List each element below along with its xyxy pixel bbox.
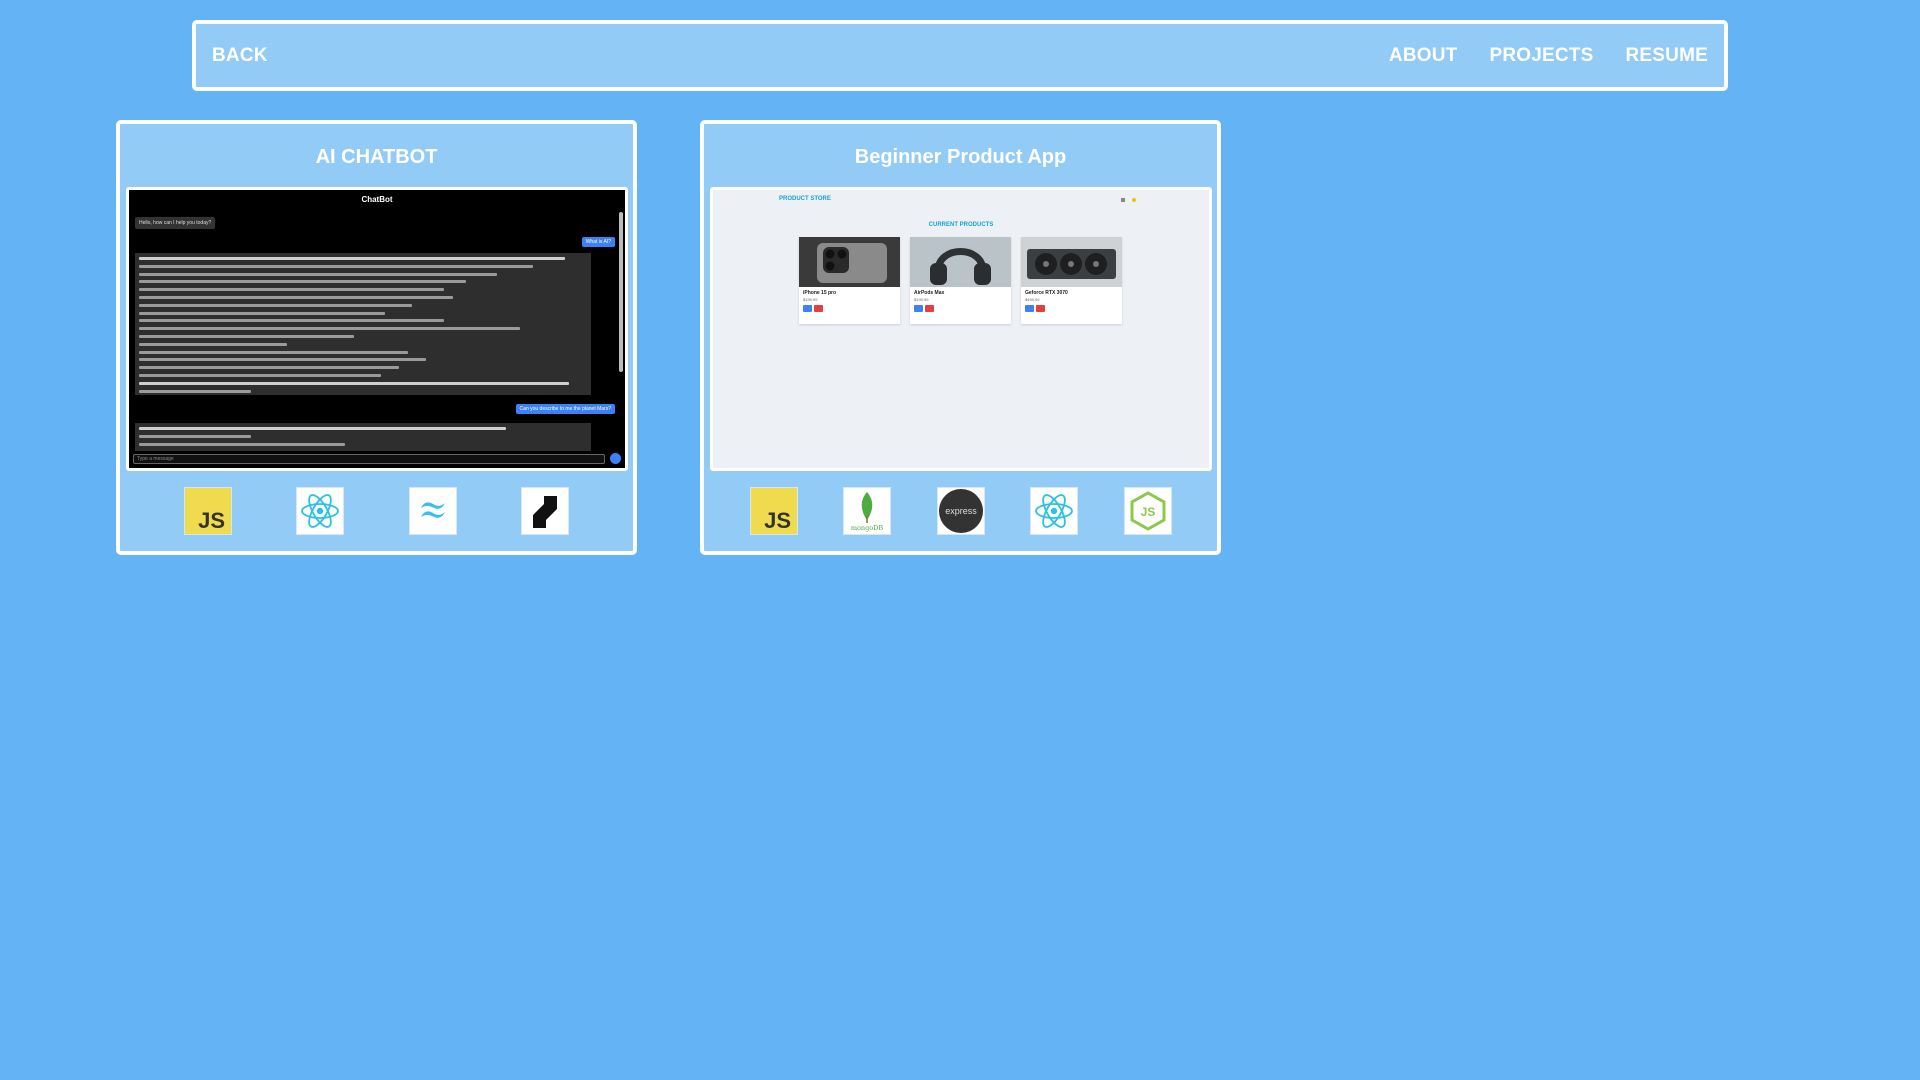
- gpu-image: [1021, 237, 1122, 287]
- chatbot-response-block: [135, 253, 591, 395]
- framer-motion-icon: [520, 487, 569, 535]
- chatbot-greeting: Hello, how can I help you today?: [135, 217, 216, 229]
- chatbot-message-input: Type a message: [133, 454, 605, 464]
- product-card: AirPods Max $199.99: [910, 237, 1011, 324]
- sun-icon: [1132, 198, 1136, 202]
- send-icon: [610, 453, 621, 464]
- product-price: $499.99: [1025, 297, 1040, 302]
- chatbot-user-message: What is AI?: [581, 237, 615, 247]
- edit-icon: [1025, 305, 1034, 312]
- svg-text:mongoDB: mongoDB: [851, 524, 884, 532]
- product-card: iPhone 15 pro $199.99: [799, 237, 900, 324]
- chatbot-scrollbar: [619, 212, 623, 372]
- javascript-icon: JS: [749, 487, 798, 535]
- tech-stack-icons: JS: [120, 487, 633, 535]
- react-icon: [1030, 487, 1078, 535]
- project-card-product-app[interactable]: Beginner Product App PRODUCT STORE CURRE…: [700, 120, 1221, 555]
- store-brand: PRODUCT STORE: [779, 196, 831, 202]
- project-card-ai-chatbot[interactable]: AI CHATBOT ChatBot Hello, how can I help…: [116, 120, 637, 555]
- product-name: iPhone 15 pro: [803, 290, 837, 296]
- project-preview-image[interactable]: PRODUCT STORE CURRENT PRODUCTS iPhone 15…: [710, 187, 1212, 471]
- nav-about-link[interactable]: ABOUT: [1389, 45, 1458, 67]
- javascript-icon: JS: [184, 487, 233, 535]
- tailwind-icon: [408, 487, 457, 535]
- back-link[interactable]: BACK: [212, 45, 268, 67]
- top-navbar: BACK ABOUT PROJECTS RESUME: [192, 20, 1728, 91]
- tech-stack-icons: JS mongoDB express JS: [704, 487, 1217, 535]
- nav-resume-link[interactable]: RESUME: [1626, 45, 1709, 67]
- product-card: Geforce RTX 3070 $499.99: [1021, 237, 1122, 324]
- project-title: AI CHATBOT: [315, 146, 438, 168]
- chatbot-header: ChatBot: [361, 195, 393, 204]
- svg-text:JS: JS: [1140, 505, 1155, 519]
- svg-text:JS: JS: [198, 508, 225, 533]
- project-title: Beginner Product App: [854, 146, 1067, 168]
- edit-icon: [914, 305, 923, 312]
- product-grid: iPhone 15 pro $199.99 AirPods Max $199.9…: [799, 237, 1122, 324]
- product-store-screenshot: PRODUCT STORE CURRENT PRODUCTS iPhone 15…: [713, 190, 1209, 468]
- product-name: AirPods Max: [914, 290, 945, 296]
- product-price: $199.99: [803, 297, 818, 302]
- chatbot-screenshot: ChatBot Hello, how can I help you today?…: [129, 190, 625, 468]
- airpods-image: [910, 237, 1011, 287]
- express-icon: express: [936, 487, 985, 535]
- delete-icon: [925, 305, 934, 312]
- chatbot-user-message-2: Can you describe to me the planet Mars?: [515, 404, 615, 414]
- delete-icon: [814, 305, 823, 312]
- product-name: Geforce RTX 3070: [1025, 290, 1068, 296]
- product-price: $199.99: [914, 297, 929, 302]
- edit-icon: [803, 305, 812, 312]
- chatbot-response-block-2: [135, 423, 591, 451]
- iphone-image: [799, 237, 900, 287]
- project-preview-image[interactable]: ChatBot Hello, how can I help you today?…: [126, 187, 628, 471]
- store-heading: CURRENT PRODUCTS: [928, 222, 994, 228]
- nav-projects-link[interactable]: PROJECTS: [1489, 45, 1593, 67]
- mongodb-icon: mongoDB: [843, 487, 891, 535]
- nav-links: ABOUT PROJECTS RESUME: [1389, 45, 1708, 67]
- react-icon: [296, 487, 345, 535]
- delete-icon: [1036, 305, 1045, 312]
- nodejs-icon: JS: [1123, 487, 1172, 535]
- svg-text:JS: JS: [764, 508, 791, 533]
- svg-text:express: express: [945, 506, 977, 516]
- add-icon: [1121, 198, 1125, 202]
